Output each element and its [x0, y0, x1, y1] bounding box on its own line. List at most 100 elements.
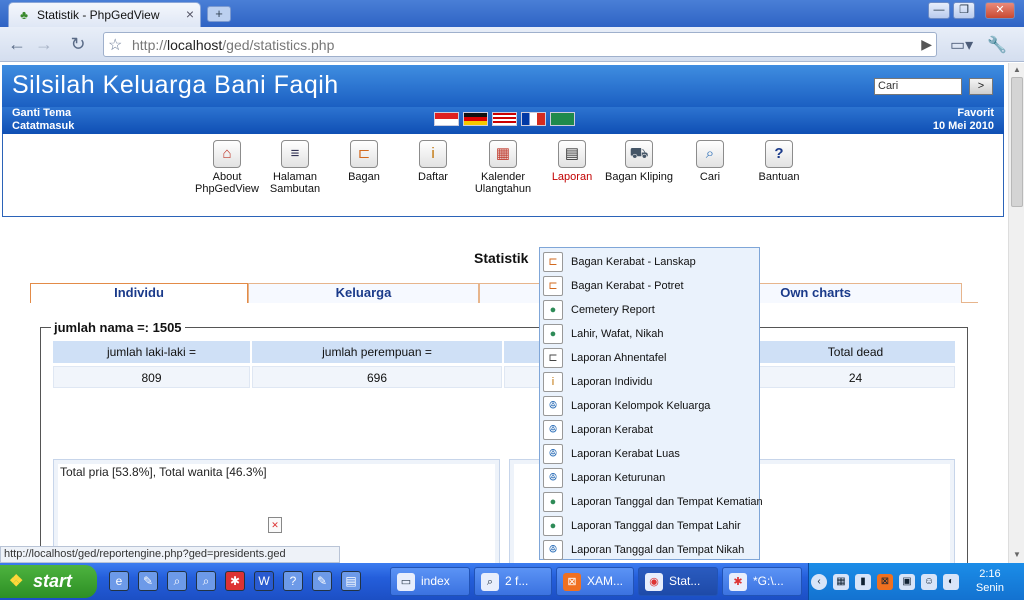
fieldset-legend: jumlah nama =: 1505 — [51, 320, 185, 335]
reload-icon[interactable]: ↻ — [67, 33, 89, 55]
family-icon: ꔮ — [543, 444, 563, 464]
tree-favicon-icon: ♣ — [20, 8, 28, 22]
search-input[interactable]: Cari — [874, 78, 962, 95]
menu-search[interactable]: ⌕ Cari — [675, 140, 745, 183]
browser-titlebar: ♣ Statistik - PhpGedView × + — ❐ ✕ — [0, 0, 1024, 27]
menu-charts[interactable]: ⊏ Bagan — [329, 140, 399, 183]
maximize-button[interactable]: ❐ — [953, 2, 975, 19]
tray-network-icon[interactable]: ▣ — [899, 574, 915, 590]
tray-icon-2[interactable]: ▮ — [855, 574, 871, 590]
tab-close-icon[interactable]: × — [186, 6, 194, 22]
report-item[interactable]: i Laporan Individu — [542, 370, 758, 394]
tab-individuals[interactable]: Individu — [30, 283, 248, 303]
start-button[interactable]: ❖ start — [0, 565, 97, 598]
report-item[interactable]: ⊏ Bagan Kerabat - Potret — [542, 274, 758, 298]
flag-usa-icon[interactable] — [492, 112, 517, 126]
menu-clippings[interactable]: ⛟ Bagan Kliping — [604, 140, 674, 183]
menu-help[interactable]: ? Bantuan — [744, 140, 814, 183]
report-item[interactable]: ⊏ Laporan Ahnentafel — [542, 346, 758, 370]
tray-icon-5[interactable]: ☺ — [921, 574, 937, 590]
folder-icon: ▭ — [397, 573, 415, 591]
report-item[interactable]: ꔮ Laporan Kerabat Luas — [542, 442, 758, 466]
report-item[interactable]: ꔮ Laporan Keturunan — [542, 466, 758, 490]
menu-calendar[interactable]: ▦ Kalender Ulangtahun — [468, 140, 538, 195]
chrome-icon: ◉ — [645, 573, 663, 591]
quicklaunch-ie-icon[interactable]: e — [109, 571, 129, 591]
scroll-down-icon[interactable]: ▼ — [1011, 549, 1023, 561]
quicklaunch-search-icon[interactable]: ⌕ — [167, 571, 187, 591]
new-tab-button[interactable]: + — [207, 6, 231, 22]
favorites-link[interactable]: Favorit — [933, 107, 994, 120]
quicklaunch-magnifier-icon[interactable]: ⌕ — [196, 571, 216, 591]
scroll-up-icon[interactable]: ▲ — [1011, 64, 1023, 76]
taskbar-item-statistik[interactable]: ◉ Stat... — [638, 567, 718, 596]
report-item[interactable]: ● Laporan Tanggal dan Tempat Lahir — [542, 514, 758, 538]
report-item[interactable]: ⊏ Bagan Kerabat - Lanskap — [542, 250, 758, 274]
tray-xampp-icon[interactable]: ⊠ — [877, 574, 893, 590]
quicklaunch-help-icon[interactable]: ? — [283, 571, 303, 591]
menu-lists[interactable]: i Daftar — [398, 140, 468, 183]
tab-families[interactable]: Keluarga — [248, 283, 479, 303]
change-theme-link[interactable]: Ganti Tema — [12, 107, 74, 120]
menu-about[interactable]: ⌂ About PhpGedView — [192, 140, 262, 195]
report-item[interactable]: ꔮ Laporan Kerabat — [542, 418, 758, 442]
report-icon: ▤ — [558, 140, 586, 168]
tray-expand-icon[interactable]: ‹ — [811, 574, 827, 590]
flag-germany-icon[interactable] — [463, 112, 488, 126]
value-female-count: 696 — [252, 366, 502, 388]
quicklaunch-app-icon[interactable]: ✱ — [225, 571, 245, 591]
flag-france-icon[interactable] — [521, 112, 546, 126]
windows-taskbar: ❖ start e ✎ ⌕ ⌕ ✱ W ? ✎ ▤ ▭ index ⌕ 2 f...… — [0, 563, 1024, 600]
page-list-icon: ≡ — [281, 140, 309, 168]
taskbar-item-file[interactable]: ✱ *G:\... — [722, 567, 802, 596]
search-window-icon: ⌕ — [481, 573, 499, 591]
login-link[interactable]: Catatmasuk — [12, 120, 74, 133]
scroll-thumb[interactable] — [1011, 77, 1023, 207]
forward-icon[interactable]: → — [33, 33, 55, 55]
flag-arabic-icon[interactable] — [550, 112, 575, 126]
broken-image-icon: ✕ — [268, 517, 282, 533]
search-button[interactable]: > — [969, 78, 993, 95]
report-item[interactable]: ꔮ Laporan Kelompok Keluarga — [542, 394, 758, 418]
go-icon[interactable]: ▶ — [921, 36, 932, 53]
site-title: Silsilah Keluarga Bani Faqih — [12, 71, 339, 99]
menu-reports[interactable]: ▤ Laporan — [537, 140, 607, 183]
family-icon: ꔮ — [543, 540, 563, 560]
bookmark-star-icon[interactable]: ☆ — [108, 35, 122, 55]
flag-indonesia-icon[interactable] — [434, 112, 459, 126]
quicklaunch-tool-icon[interactable]: ✎ — [138, 571, 158, 591]
menu-welcome-page[interactable]: ≡ Halaman Sambutan — [260, 140, 330, 195]
wrench-icon[interactable]: 🔧 — [987, 35, 1007, 55]
report-item[interactable]: ● Lahir, Wafat, Nikah — [542, 322, 758, 346]
calendar-icon: ▦ — [489, 140, 517, 168]
taskbar-item-group[interactable]: ⌕ 2 f... — [474, 567, 552, 596]
taskbar-item-index[interactable]: ▭ index — [390, 567, 470, 596]
stats-value-row: 809 696 24 — [53, 366, 955, 388]
quicklaunch-book-icon[interactable]: ▤ — [341, 571, 361, 591]
taskbar-item-xampp[interactable]: ⊠ XAM... — [556, 567, 634, 596]
reports-dropdown: ⊏ Bagan Kerabat - Lanskap ⊏ Bagan Kerabat … — [539, 247, 763, 562]
site-header: Silsilah Keluarga Bani Faqih Cari > — [2, 65, 1004, 107]
address-bar[interactable]: ☆ http://localhost/ged/statistics.php ▶ — [103, 32, 937, 57]
back-icon[interactable]: ← — [6, 33, 28, 55]
home-icon: ⌂ — [213, 140, 241, 168]
close-window-button[interactable]: ✕ — [985, 2, 1015, 19]
xampp-icon: ⊠ — [563, 573, 581, 591]
ahnentafel-icon: ⊏ — [543, 348, 563, 368]
family-icon: ꔮ — [543, 468, 563, 488]
person-icon: i — [419, 140, 447, 168]
tray-icon-1[interactable]: ▦ — [833, 574, 849, 590]
page-menu-icon[interactable]: ▭▾ — [950, 35, 973, 55]
header-total-dead: Total dead — [756, 341, 955, 363]
page-scrollbar[interactable]: ▲ ▼ — [1008, 63, 1024, 563]
quicklaunch-pen-icon[interactable]: ✎ — [312, 571, 332, 591]
quicklaunch-word-icon[interactable]: W — [254, 571, 274, 591]
tray-volume-icon[interactable]: ◐ — [943, 574, 959, 590]
report-item[interactable]: ● Laporan Tanggal dan Tempat Kematian — [542, 490, 763, 514]
report-item[interactable]: ● Cemetery Report — [542, 298, 758, 322]
chart-icon: ⊏ — [350, 140, 378, 168]
browser-tab[interactable]: ♣ Statistik - PhpGedView × — [8, 2, 201, 27]
report-item[interactable]: ꔮ Laporan Tanggal dan Tempat Nikah — [542, 538, 758, 562]
header-female-count: jumlah perempuan = — [252, 341, 502, 363]
minimize-button[interactable]: — — [928, 2, 950, 19]
